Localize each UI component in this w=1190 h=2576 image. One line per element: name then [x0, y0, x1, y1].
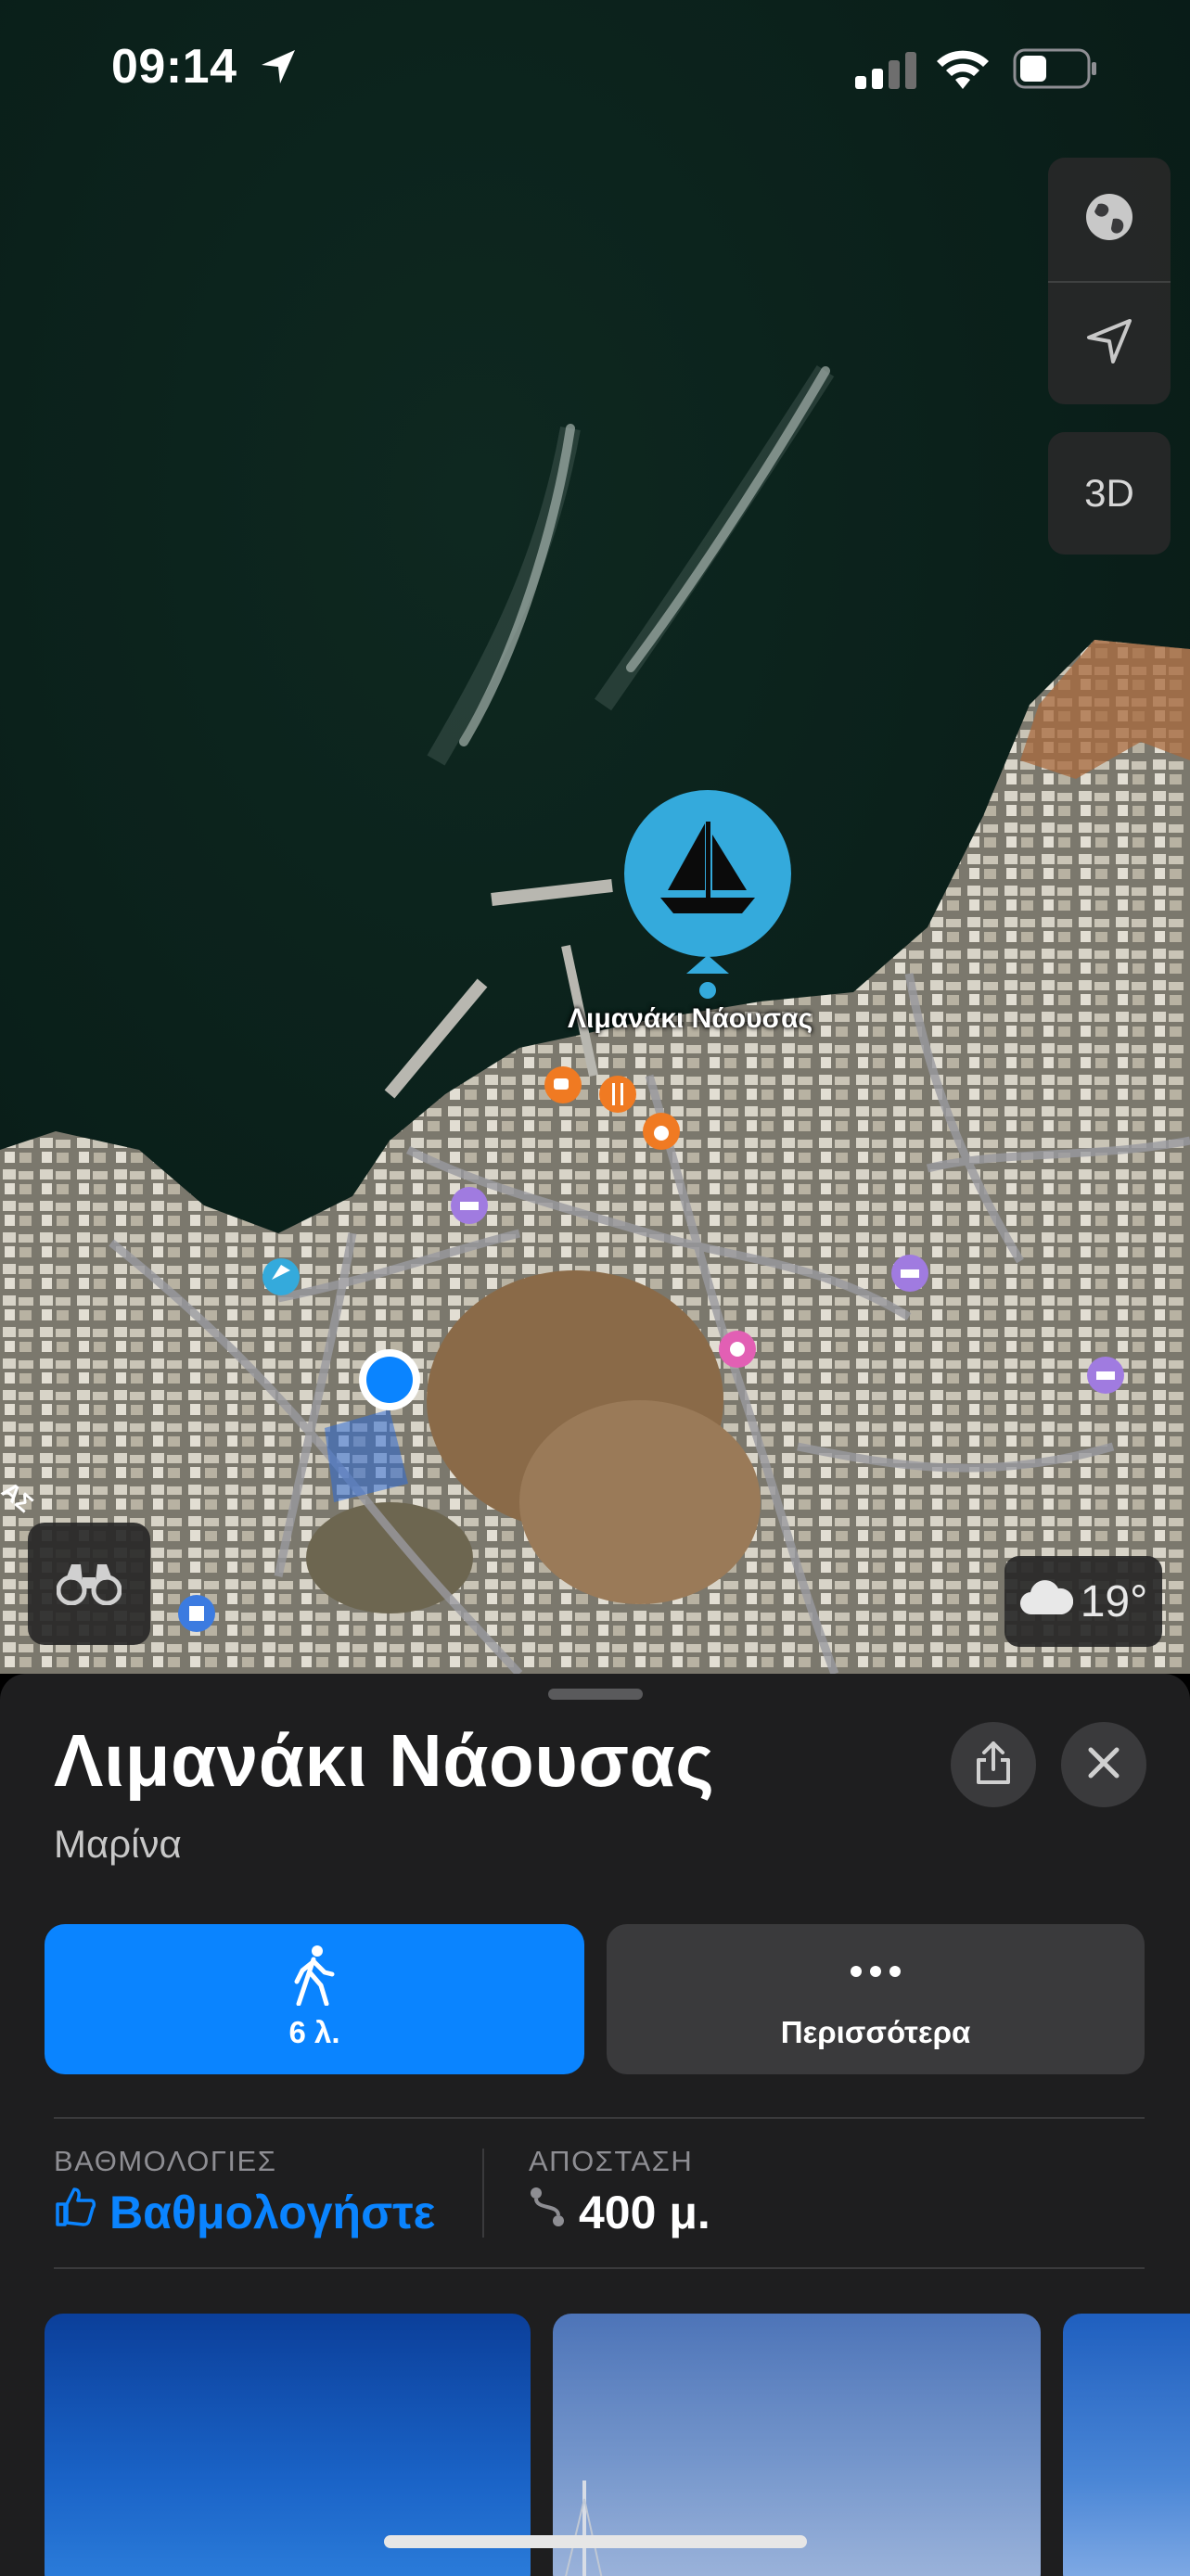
map-canvas: ΑΣ	[0, 0, 1190, 1674]
sheet-grabber[interactable]	[548, 1689, 643, 1700]
status-time: 09:14	[111, 40, 237, 94]
satellite-map[interactable]: ΑΣ Λιμανάκι Νάουσας	[0, 0, 1190, 1674]
place-category: Μαρίνα	[54, 1822, 182, 1866]
more-options-button[interactable]: Περισσότερα	[607, 1924, 1145, 2074]
stats-divider	[482, 2149, 484, 2238]
binoculars-icon	[56, 1559, 122, 1610]
rate-place-label: Βαθμολογήστε	[109, 2187, 436, 2238]
cellular-signal-icon	[855, 52, 918, 94]
look-around-button[interactable]	[28, 1523, 150, 1645]
map-style-button[interactable]	[1048, 158, 1171, 280]
distance-header: ΑΠΟΣΤΑΣΗ	[529, 2145, 694, 2177]
ratings-header: ΒΑΘΜΟΛΟΓΙΕΣ	[54, 2145, 277, 2177]
close-button[interactable]	[1061, 1722, 1146, 1807]
close-icon	[1085, 1744, 1122, 1786]
place-photo[interactable]	[1063, 2314, 1190, 2576]
section-divider	[54, 2267, 1145, 2269]
location-arrow-icon	[1083, 315, 1135, 372]
share-button[interactable]	[951, 1722, 1036, 1807]
home-indicator[interactable]	[384, 2535, 807, 2548]
ellipsis-icon	[850, 1965, 902, 1983]
share-icon	[973, 1740, 1014, 1791]
location-arrow-icon	[258, 46, 299, 92]
battery-icon	[1013, 48, 1098, 94]
route-icon	[529, 2186, 566, 2239]
walking-person-icon	[293, 1945, 336, 2010]
thumbs-up-icon	[54, 2186, 96, 2239]
weather-temperature: 19°	[1080, 1576, 1148, 1626]
rate-place-link[interactable]: Βαθμολογήστε	[54, 2186, 435, 2239]
walking-directions-button[interactable]: 6 λ.	[45, 1924, 584, 2074]
status-bar: 09:14	[0, 0, 1190, 139]
walking-time-label: 6 λ.	[288, 2015, 340, 2049]
maps-screen: ΑΣ Λιμανάκι Νάουσας 09:14 3D 19° Λιμανάκ…	[0, 0, 1190, 2576]
more-options-label: Περισσότερα	[780, 2015, 971, 2049]
locate-me-button[interactable]	[1048, 282, 1171, 404]
view-3d-button[interactable]: 3D	[1048, 432, 1171, 555]
weather-badge[interactable]: 19°	[1004, 1556, 1162, 1647]
map-controls	[1048, 158, 1171, 404]
section-divider	[54, 2117, 1145, 2119]
place-title: Λιμανάκι Νάουσας	[54, 1719, 715, 1802]
place-card-sheet: Λιμανάκι Νάουσας Μαρίνα 6 λ. Περισσότερα…	[0, 1674, 1190, 2576]
map-pin-label[interactable]: Λιμανάκι Νάουσας	[568, 1003, 813, 1035]
distance-value: 400 μ.	[579, 2187, 710, 2238]
wifi-icon	[935, 46, 991, 94]
poi-cafe	[544, 1066, 582, 1103]
globe-icon	[1083, 191, 1135, 248]
distance-value-row: 400 μ.	[529, 2186, 710, 2239]
cloud-icon	[1019, 1576, 1073, 1627]
